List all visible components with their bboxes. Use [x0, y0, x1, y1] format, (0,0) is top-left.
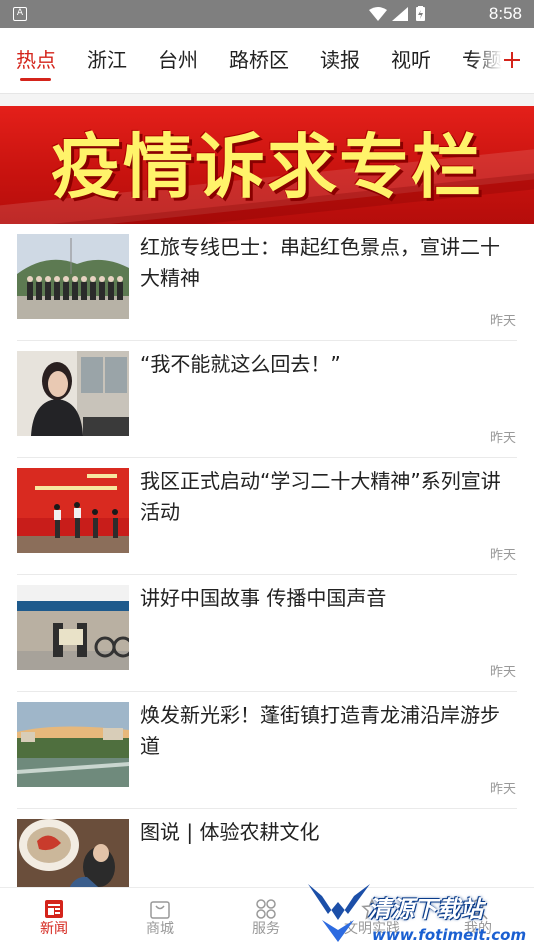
nav-label: 商城 — [146, 921, 174, 937]
nav-news[interactable]: 新闻 — [14, 888, 94, 950]
tab-newspaper[interactable]: 读报 — [320, 46, 360, 74]
news-item[interactable]: 我区正式启动“学习二十大精神”系列宣讲活动 昨天 — [0, 458, 534, 575]
nav-service[interactable]: 服务 — [226, 888, 306, 950]
epidemic-banner[interactable]: 疫情诉求专栏 — [0, 106, 534, 224]
tab-fade — [472, 42, 502, 78]
news-thumbnail — [17, 702, 129, 787]
banner-title: 疫情诉求专栏 — [51, 126, 483, 208]
news-thumbnail — [17, 234, 129, 319]
news-title: 焕发新光彩！蓬街镇打造青龙浦沿岸游步道 — [140, 703, 500, 758]
news-item[interactable]: 焕发新光彩！蓬街镇打造青龙浦沿岸游步道 昨天 — [0, 692, 534, 809]
wifi-icon — [369, 7, 387, 21]
tab-zhejiang[interactable]: 浙江 — [87, 46, 127, 74]
section-divider — [0, 94, 534, 106]
status-icons — [369, 6, 425, 21]
plus-icon[interactable] — [500, 42, 524, 78]
news-title: 红旅专线巴士：串起红色景点，宣讲二十大精神 — [140, 235, 500, 290]
news-title: “我不能就这么回去！” — [140, 352, 341, 376]
news-thumbnail — [17, 351, 129, 436]
news-time: 昨天 — [489, 431, 516, 446]
news-thumbnail — [17, 468, 129, 553]
tab-luqiao[interactable]: 路桥区 — [229, 46, 289, 74]
notification-icon: A — [13, 7, 27, 21]
tab-hot[interactable]: 热点 — [16, 46, 56, 74]
watermark-name: 清源下载站 — [368, 897, 483, 923]
tab-taizhou[interactable]: 台州 — [158, 46, 198, 74]
channel-tabs: 热点 浙江 台州 路桥区 读报 视听 专题 — [0, 28, 534, 94]
news-title: 讲好中国故事 传播中国声音 — [140, 586, 387, 610]
nav-label: 服务 — [252, 921, 280, 937]
clock: 8:58 — [488, 4, 522, 23]
news-title: 我区正式启动“学习二十大精神”系列宣讲活动 — [140, 469, 501, 524]
tab-active-indicator — [20, 78, 51, 81]
news-thumbnail — [17, 585, 129, 670]
service-grid-icon — [256, 899, 276, 919]
news-time: 昨天 — [489, 548, 516, 563]
watermark-logo-icon — [308, 884, 370, 942]
watermark-url: www.fotimeit.com — [372, 926, 527, 944]
news-time: 昨天 — [489, 314, 516, 329]
nav-shop[interactable]: 商城 — [120, 888, 200, 950]
shop-bag-icon — [150, 901, 170, 919]
news-time: 昨天 — [489, 665, 516, 680]
news-icon — [45, 900, 63, 918]
battery-icon — [416, 6, 425, 21]
news-item[interactable]: 讲好中国故事 传播中国声音 昨天 — [0, 575, 534, 692]
status-bar: A 8:58 — [0, 0, 534, 28]
news-time: 昨天 — [489, 782, 516, 797]
news-item[interactable]: “我不能就这么回去！” 昨天 — [0, 341, 534, 458]
nav-label: 新闻 — [40, 921, 68, 937]
signal-icon — [392, 7, 408, 21]
site-watermark: 清源下载站 www.fotimeit.com — [300, 878, 534, 950]
news-title: 图说 | 体验农耕文化 — [140, 820, 320, 844]
tab-video[interactable]: 视听 — [391, 46, 431, 74]
news-item[interactable]: 红旅专线巴士：串起红色景点，宣讲二十大精神 昨天 — [0, 224, 534, 341]
